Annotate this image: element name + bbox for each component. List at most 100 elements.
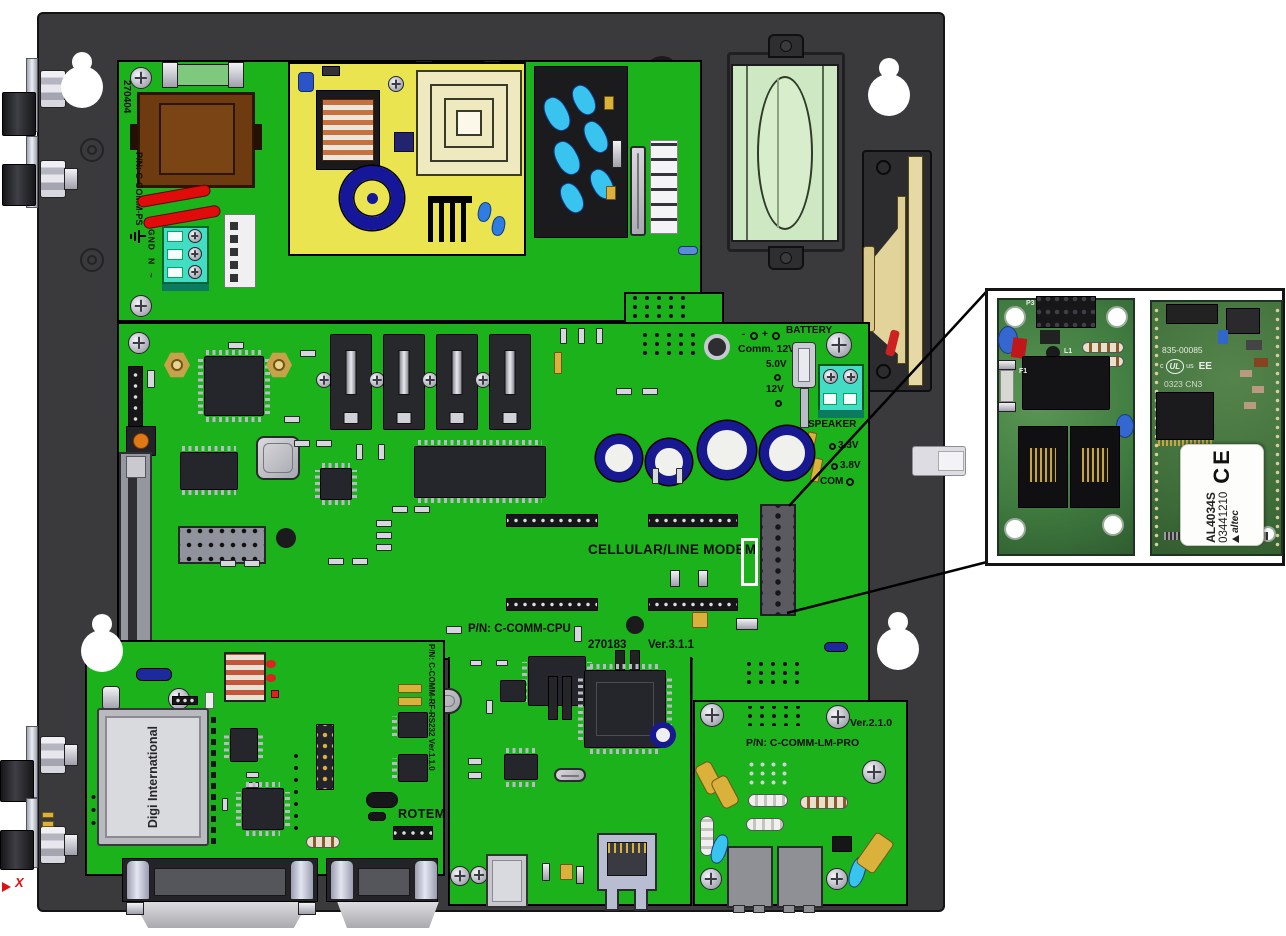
ul-mark: c UL us EE [1160, 359, 1212, 374]
dsub-screw-post [414, 860, 438, 900]
psu-transformer-coil [322, 99, 374, 161]
component [542, 863, 550, 881]
rj11-jack [727, 846, 773, 908]
smd-resistor [376, 544, 392, 551]
3v3-label: 3.3V [838, 441, 859, 451]
dsub-screw-post [330, 860, 354, 900]
chassis-hole-icon [80, 138, 104, 162]
modem-outline [741, 538, 758, 586]
resistor [678, 246, 698, 255]
photo-fuse [998, 360, 1016, 370]
test-pad [774, 374, 781, 381]
reset-button-cap [133, 433, 149, 449]
dsub-shell [334, 902, 442, 928]
connector-pin [64, 834, 78, 856]
solder-pad [606, 186, 616, 200]
modem-area-label: CELLULAR/LINE MODEM [588, 543, 756, 557]
altec-logo-icon [1232, 535, 1239, 543]
keyhole-slot [61, 66, 103, 108]
pin-header [172, 696, 198, 705]
ethernet-jack-leg [605, 889, 619, 911]
screw-icon [388, 76, 404, 92]
pad-grid [742, 706, 806, 726]
mcu-chip [204, 356, 264, 416]
component [548, 676, 558, 720]
lm-pro-version: Ver.2.1.0 [850, 718, 892, 729]
test-pad [829, 443, 836, 450]
battery-cell-line [777, 78, 779, 228]
sip-socket [650, 140, 678, 234]
component [612, 140, 622, 168]
digi-module-face: Digi International [105, 716, 201, 838]
ic-pins [258, 732, 263, 758]
castellated-pads [1273, 306, 1282, 548]
smd-resistor [220, 560, 236, 567]
cpu-board-version: Ver.3.1.1 [648, 640, 694, 652]
smd-resistor [271, 690, 279, 698]
component [832, 836, 852, 852]
component [626, 616, 644, 634]
smd-resistor [300, 350, 316, 357]
connector-pin [230, 222, 238, 230]
photo-pin-header [1036, 296, 1096, 328]
smd-resistor [222, 798, 228, 811]
keyhole-slot [868, 74, 910, 116]
photo-resistor [1082, 342, 1124, 353]
ic-pins [506, 782, 536, 787]
smd-resistor [616, 388, 632, 395]
screw-icon [826, 332, 852, 358]
smd-resistor [596, 328, 603, 344]
solder-pad [398, 697, 422, 706]
lm-pro-part-number: P/N: C-COMM-LM-PRO [746, 738, 859, 749]
rj11-jack-leg [753, 905, 765, 913]
smd-resistor [468, 758, 482, 765]
smd-resistor [378, 444, 385, 460]
battery-clip-slot [798, 348, 810, 382]
screw-icon [128, 332, 150, 354]
mounting-hole [1004, 518, 1026, 540]
speaker-screw-hole [876, 364, 891, 379]
rs232-part-number: P/N: C-COMM-RF-RS232 Ver.1.1.0 [427, 644, 435, 771]
rotem-logo: ROTEM [398, 808, 446, 821]
photo-rj11-pins [1030, 448, 1056, 482]
axis-arrow-icon [2, 882, 11, 892]
smd-resistor [376, 532, 392, 539]
soic-chip [500, 680, 526, 702]
resistor [748, 794, 788, 807]
ic-pins [590, 664, 660, 669]
terminal-slot [167, 267, 183, 278]
module-pins [211, 712, 216, 844]
photo-chip [1226, 308, 1260, 334]
screw-icon [826, 868, 848, 890]
smd-resistor [147, 370, 155, 388]
battery-label: BATTERY [786, 326, 832, 336]
mounting-hole [1004, 306, 1026, 328]
dsub-face [358, 868, 410, 896]
photo-transistor [1040, 330, 1060, 344]
test-pad [772, 332, 780, 340]
smd-resistor [284, 416, 300, 423]
pad-grid [746, 760, 790, 786]
pin-header [506, 514, 598, 527]
battery-cell-line [746, 66, 748, 240]
module-part-number: 835-00085 [1162, 346, 1203, 355]
l1-label: L1 [1064, 348, 1072, 355]
smd-resistor [228, 342, 244, 349]
com-label: COM [820, 477, 843, 487]
card-slot-groove [128, 470, 137, 646]
heatsink-comb [428, 196, 472, 242]
test-pad [831, 463, 838, 470]
rj11-jack [777, 846, 823, 908]
qfp-chip [320, 468, 352, 500]
antenna-connector [2, 164, 36, 206]
screw-icon [862, 760, 886, 784]
component [562, 676, 572, 720]
ic-pins [246, 831, 280, 836]
bracket-hole [780, 252, 792, 264]
transformer-tab [254, 124, 262, 150]
capacitor [692, 612, 708, 628]
component [102, 686, 120, 710]
component [670, 570, 680, 587]
smd-resistor [560, 328, 567, 344]
capacitor [298, 72, 314, 92]
